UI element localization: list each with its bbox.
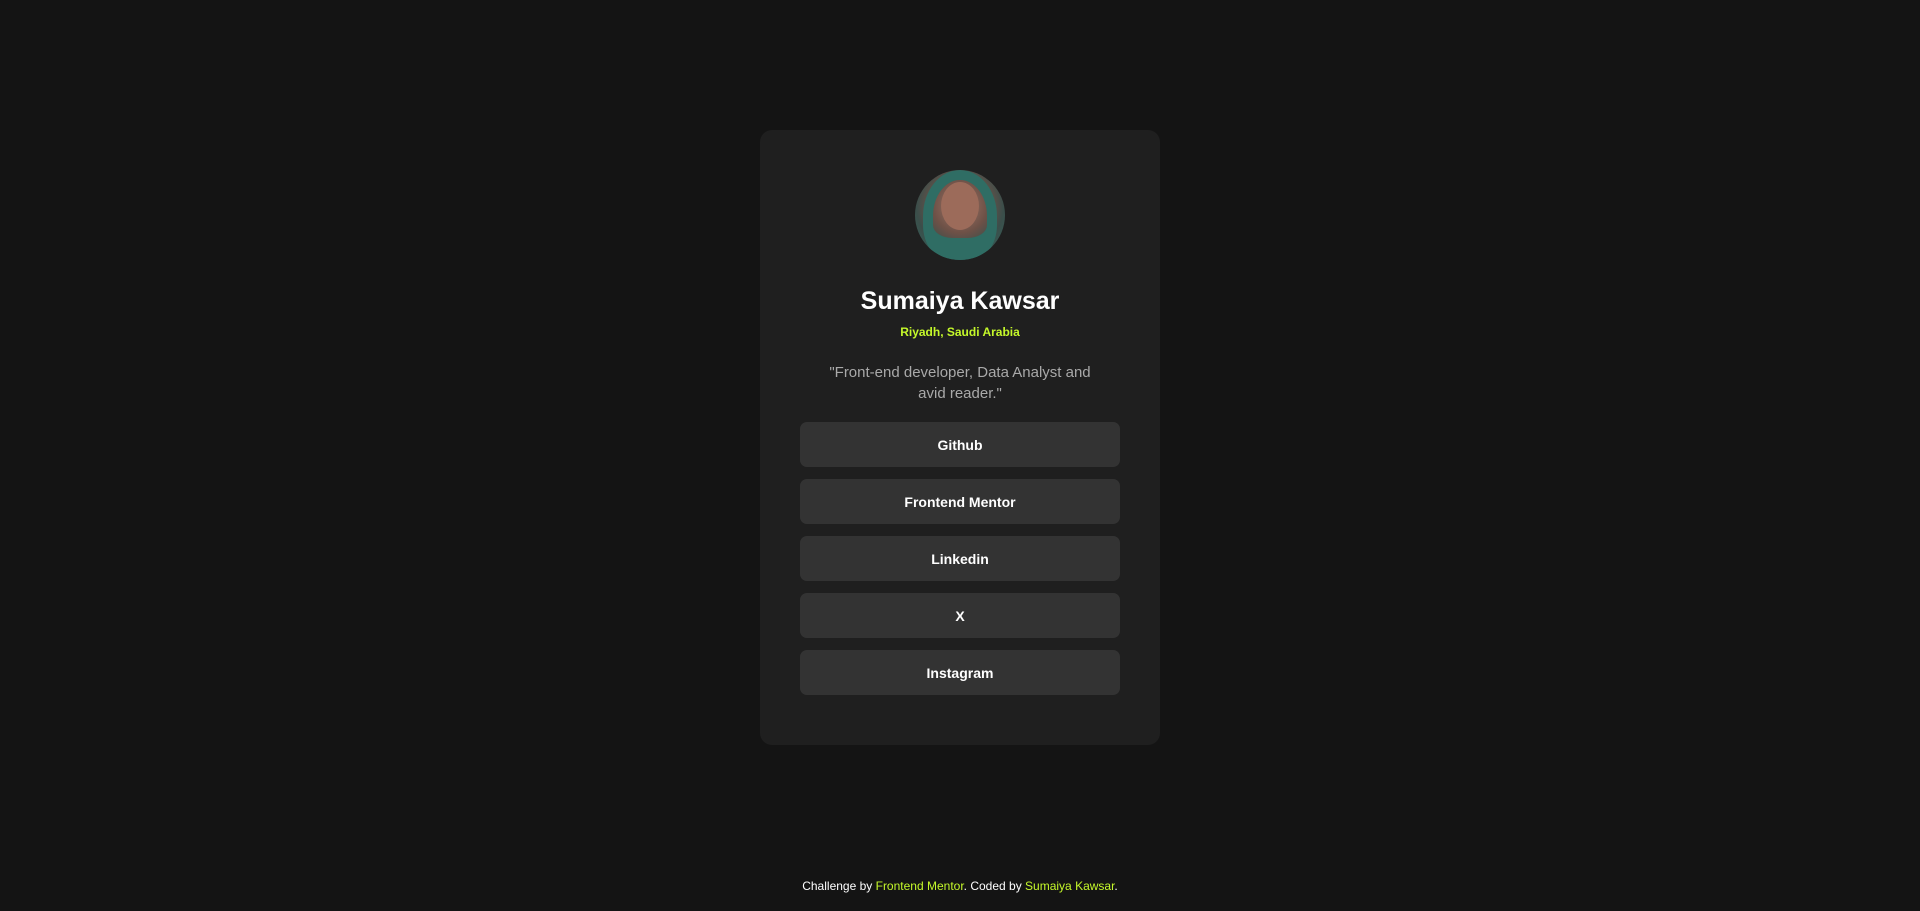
instagram-link-button[interactable]: Instagram — [800, 650, 1120, 695]
attribution-footer: Challenge by Frontend Mentor. Coded by S… — [0, 877, 1920, 895]
github-link-button[interactable]: Github — [800, 422, 1120, 467]
avatar-face — [941, 182, 979, 230]
frontend-mentor-link-button[interactable]: Frontend Mentor — [800, 479, 1120, 524]
profile-location: Riyadh, Saudi Arabia — [900, 325, 1020, 339]
attribution-suffix: . — [1114, 879, 1118, 893]
x-link-button[interactable]: X — [800, 593, 1120, 638]
profile-card: Sumaiya Kawsar Riyadh, Saudi Arabia "Fro… — [760, 130, 1160, 745]
profile-name: Sumaiya Kawsar — [860, 287, 1060, 315]
social-links: Github Frontend Mentor Linkedin X Instag… — [800, 422, 1120, 695]
avatar — [915, 170, 1005, 260]
attribution-prefix: Challenge by — [802, 879, 876, 893]
author-link[interactable]: Sumaiya Kawsar — [1025, 879, 1114, 893]
linkedin-link-button[interactable]: Linkedin — [800, 536, 1120, 581]
frontend-mentor-link[interactable]: Frontend Mentor — [876, 879, 964, 893]
profile-bio: "Front-end developer, Data Analyst and a… — [829, 364, 1091, 402]
attribution-middle: . Coded by — [963, 879, 1026, 893]
